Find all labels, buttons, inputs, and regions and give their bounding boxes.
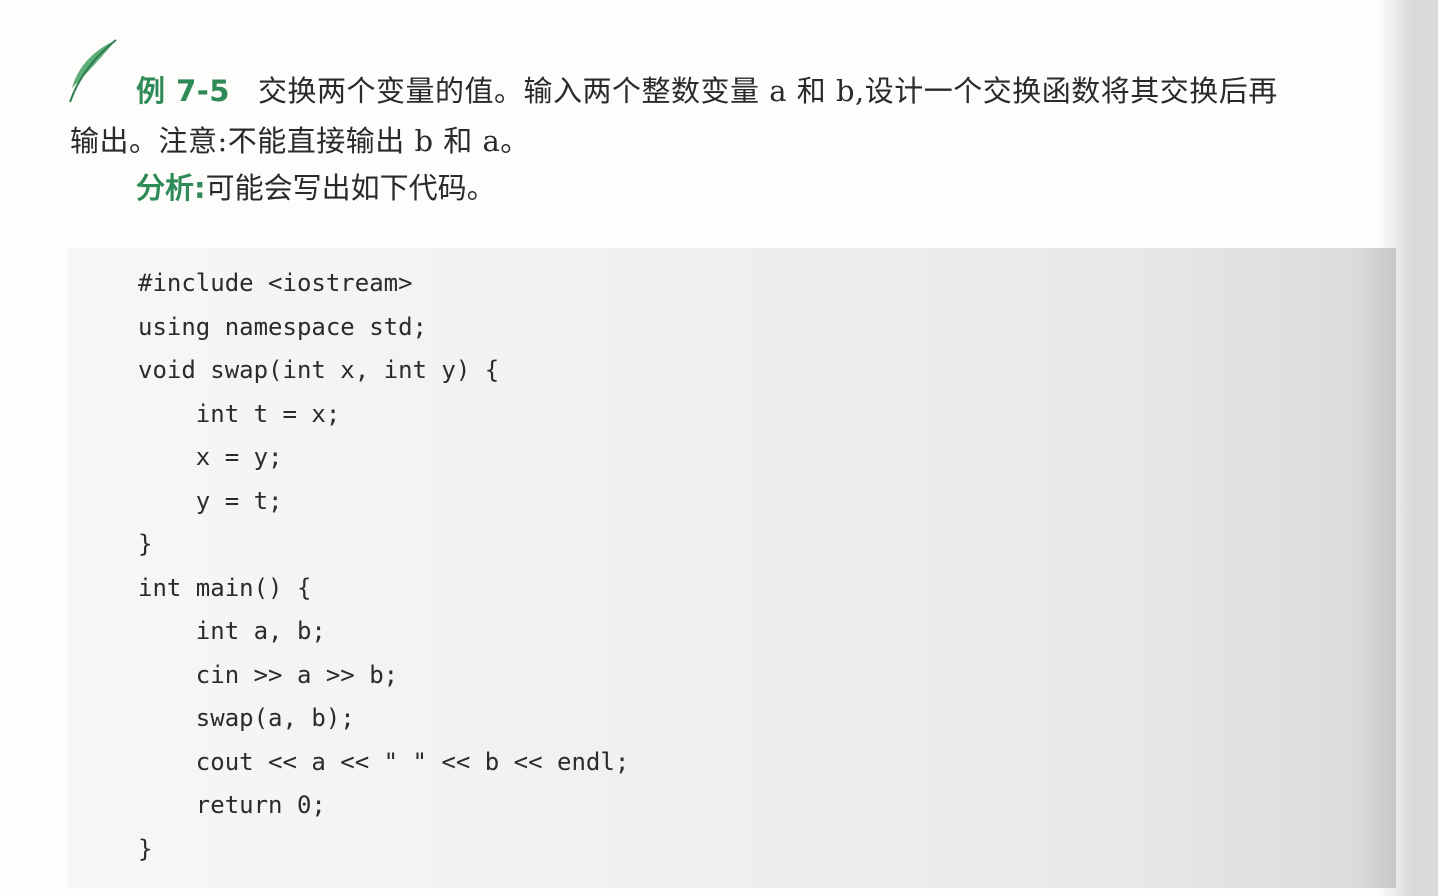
- code-line: x = y;: [138, 443, 283, 471]
- problem-line-1: 例 7-5 交换两个变量的值。输入两个整数变量 a 和 b,设计一个交换函数将其交…: [70, 66, 1395, 116]
- problem-statement: 例 7-5 交换两个变量的值。输入两个整数变量 a 和 b,设计一个交换函数将其交…: [70, 66, 1395, 166]
- code-line: y = t;: [138, 486, 283, 515]
- code-line: }: [138, 530, 153, 558]
- code-line: cin >> a >> b;: [138, 660, 399, 689]
- code-line: int main() {: [138, 573, 312, 602]
- code-line: void swap(int x, int y) {: [138, 356, 500, 384]
- code-line: }: [138, 834, 153, 863]
- problem-text-1: 交换两个变量的值。输入两个整数变量 a 和 b,设计一个交换函数将其交换后再: [258, 74, 1278, 108]
- example-number: 例 7-5: [136, 74, 230, 108]
- analysis-text: 可能会写出如下代码。: [205, 171, 496, 205]
- code-line: return 0;: [138, 791, 326, 819]
- code-line: #include <iostream>: [138, 269, 413, 297]
- code-block: #include <iostream> using namespace std; v…: [68, 248, 1396, 888]
- code-line: cout << a << " " << b << endl;: [138, 747, 630, 776]
- code-line: using namespace std;: [138, 312, 427, 341]
- code-line: swap(a, b);: [138, 704, 355, 732]
- problem-text-2: 输出。注意:不能直接输出 b 和 a。: [70, 124, 530, 158]
- analysis-line: 分析:可能会写出如下代码。: [136, 163, 496, 213]
- problem-line-2: 输出。注意:不能直接输出 b 和 a。: [70, 116, 1395, 166]
- code-listing: #include <iostream> using namespace std; v…: [138, 262, 629, 871]
- code-line: int a, b;: [138, 617, 326, 645]
- code-line: int t = x;: [138, 399, 341, 428]
- analysis-label: 分析:: [136, 171, 206, 205]
